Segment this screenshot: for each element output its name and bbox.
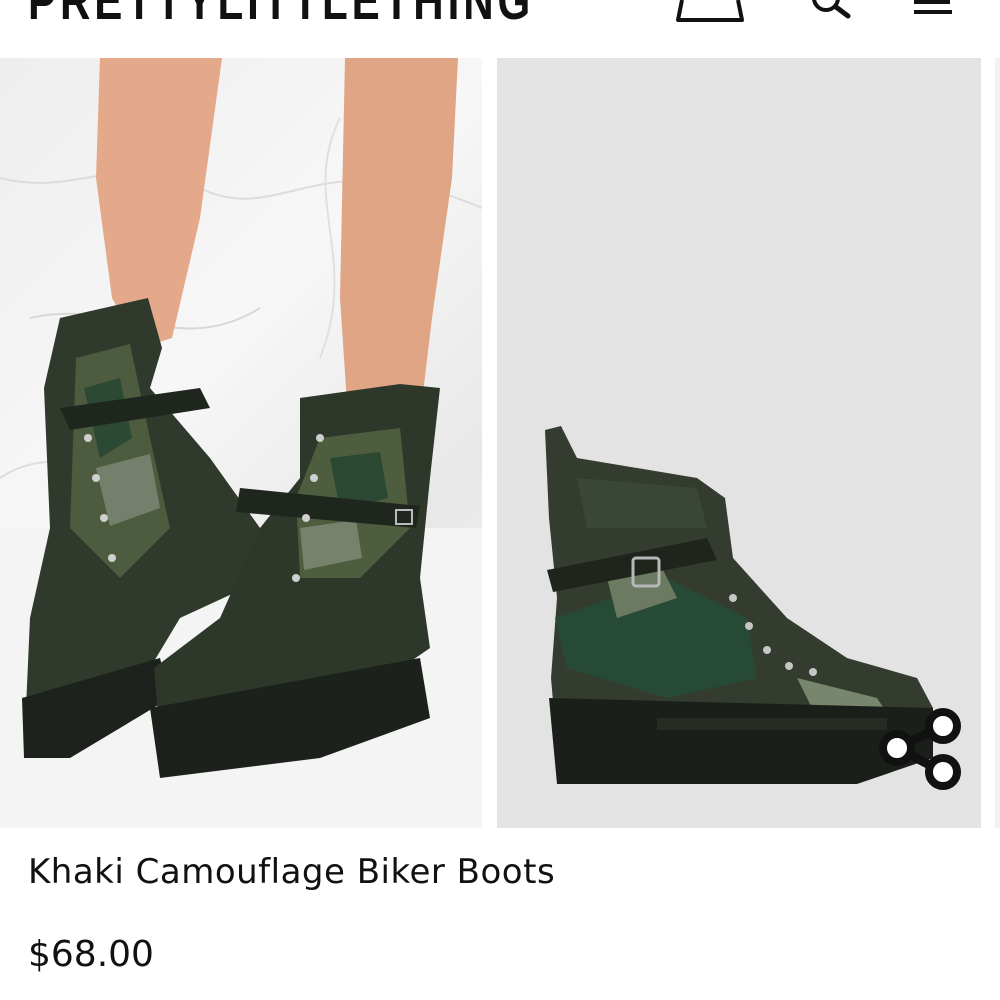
product-price: $68.00 xyxy=(28,934,154,975)
menu-icon[interactable] xyxy=(912,0,958,24)
next-image-peek[interactable] xyxy=(995,58,1000,828)
bag-icon[interactable] xyxy=(676,0,746,24)
site-header: PRETTYLITTLETHING xyxy=(0,0,1000,58)
search-icon[interactable] xyxy=(806,0,856,24)
product-title: Khaki Camouflage Biker Boots xyxy=(28,852,556,892)
brand-logo[interactable]: PRETTYLITTLETHING xyxy=(28,0,534,32)
share-icon[interactable] xyxy=(873,702,967,796)
product-image-worn[interactable] xyxy=(0,58,482,828)
product-image-gallery[interactable] xyxy=(0,58,1000,828)
